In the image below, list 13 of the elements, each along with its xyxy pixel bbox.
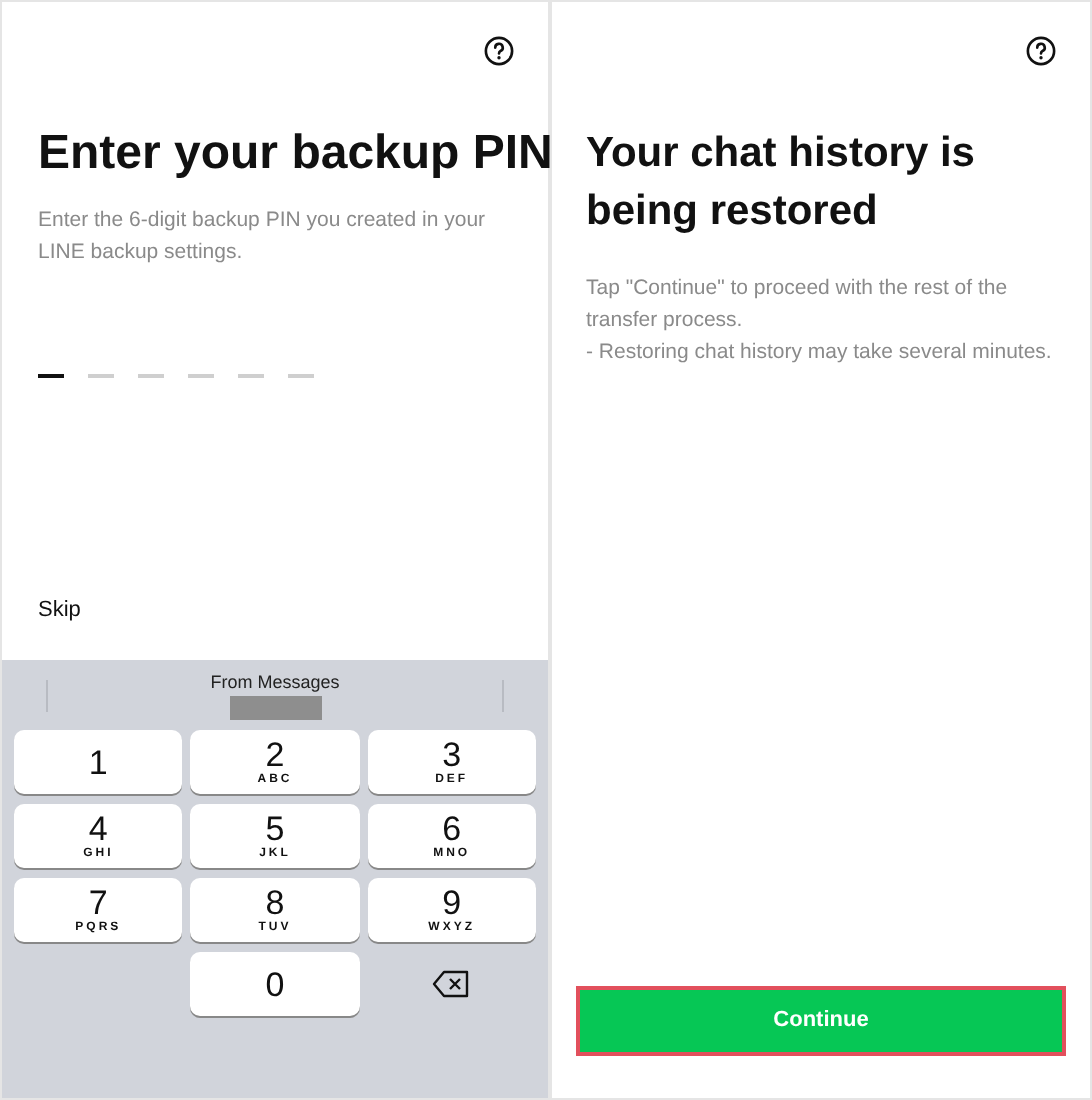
keypad-key[interactable]: 0 bbox=[190, 952, 360, 1016]
instruction-text: Enter the 6-digit backup PIN you created in your LINE backup settings. bbox=[38, 206, 488, 268]
info-text: - Restoring chat history may take several minutes. bbox=[586, 338, 1054, 368]
backspace-icon[interactable] bbox=[432, 970, 471, 998]
autofill-suggestion[interactable]: From Messages bbox=[210, 672, 340, 694]
keypad-key[interactable]: 1 bbox=[14, 730, 183, 794]
screen-title: Enter your backup PIN bbox=[38, 124, 548, 184]
help-icon[interactable] bbox=[1026, 36, 1056, 66]
redaction-bar bbox=[229, 696, 321, 720]
screen-title: Your chat history is being restored bbox=[586, 128, 977, 238]
help-icon[interactable] bbox=[484, 36, 514, 66]
skip-link[interactable]: Skip bbox=[38, 594, 81, 627]
info-text: Tap "Continue" to proceed with the rest of the transfer process. bbox=[586, 274, 1010, 336]
